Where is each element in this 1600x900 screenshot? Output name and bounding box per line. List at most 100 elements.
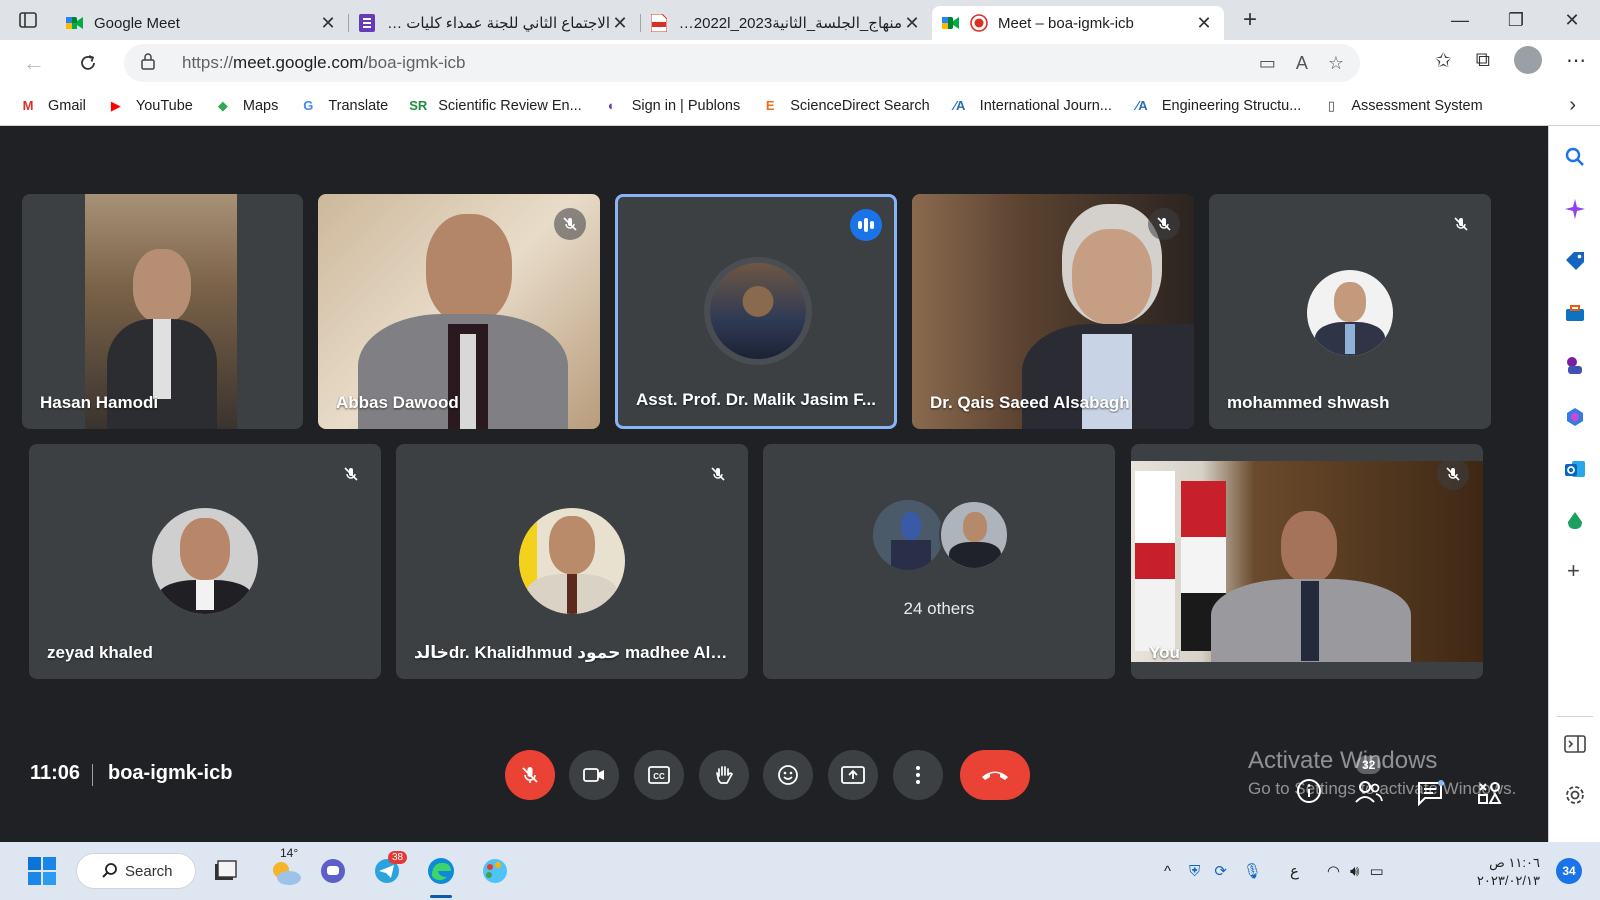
lock-icon [140,52,160,75]
participant-tile[interactable]: Hasan Hamodi [22,194,303,429]
raise-hand-button[interactable] [699,750,749,800]
favorite-label: Scientific Review En... [438,97,582,114]
games-icon[interactable] [1564,354,1586,376]
more-menu-icon[interactable]: ⋯ [1566,48,1586,73]
microsoft365-icon[interactable] [1564,406,1586,428]
tab-title: منهاج_الجلسة_الثانية2023_2022l_ال [678,15,902,32]
camera-toggle-button[interactable] [569,750,619,800]
self-tile[interactable]: You [1131,444,1483,679]
microphone-icon[interactable]: 🎙︎ [1243,862,1262,880]
tab-title: Meet – boa-igmk-icb [998,14,1134,32]
telegram-button[interactable]: 38 [372,851,408,889]
browser-tab[interactable]: Google Meet ✕ [56,6,348,40]
favorite-link[interactable]: ▶ YouTube [106,97,193,115]
sync-icon[interactable]: ⟳ [1214,862,1227,880]
participant-avatar [873,500,943,570]
participant-tile[interactable]: Abbas Dawood [318,194,600,429]
new-tab-button[interactable]: + [1232,6,1268,34]
hand-icon [716,766,734,784]
meet-icon [66,14,84,32]
hide-sidebar-icon[interactable] [1564,734,1586,754]
speaking-indicator-icon [850,209,882,241]
captions-button[interactable]: CC [634,750,684,800]
participant-tile[interactable]: mohammed shwash [1209,194,1491,429]
tools-icon[interactable] [1564,302,1586,324]
camera-permission-icon[interactable]: ▭ [1259,53,1276,74]
favorite-link[interactable]: ⁄A Engineering Structu... [1132,97,1301,115]
others-tile[interactable]: 24 others [763,444,1115,679]
notification-badge[interactable]: 34 [1556,858,1582,884]
chevron-right-icon[interactable]: › [1569,94,1576,117]
outlook-icon[interactable] [1564,458,1586,480]
edge-taskbar-button[interactable] [424,853,458,898]
favorite-link[interactable]: G Translate [298,97,388,115]
favorite-link[interactable]: ⁄A International Journ... [950,97,1112,115]
tab-close-icon[interactable]: ✕ [902,13,922,34]
input-language[interactable]: ع [1290,862,1299,880]
profile-avatar[interactable] [1514,46,1542,74]
participant-tile-speaking[interactable]: Asst. Prof. Dr. Malik Jasim F... [615,194,897,429]
favorite-link[interactable]: ◆ Maps [213,97,278,115]
favorite-link[interactable]: SR Scientific Review En... [408,97,581,115]
participant-tile[interactable]: zeyad khaled [29,444,381,679]
taskbar-search[interactable]: Search [76,853,196,889]
search-label: Search [125,862,173,880]
leave-call-button[interactable] [960,750,1030,800]
search-icon[interactable] [1564,146,1586,168]
divider [1557,716,1593,717]
settings-icon[interactable] [1564,784,1586,806]
participant-avatar [939,500,1009,570]
battery-icon[interactable]: ▭ [1369,862,1383,880]
add-sidebar-app-icon[interactable]: + [1567,558,1580,584]
edge-icon [428,858,454,884]
reactions-button[interactable] [763,750,813,800]
tab-close-icon[interactable]: ✕ [318,13,338,34]
participant-tile[interactable]: Dr. Qais Saeed Alsabagh [912,194,1194,429]
minimize-button[interactable]: — [1432,10,1488,31]
teams-chat-button[interactable] [318,853,348,889]
system-clock[interactable]: ١١:٠٦ ص ٢٠٢٣/٠٢/١٣ [1477,854,1540,890]
activation-subtitle: Go to Settings to activate Windows. [1248,779,1517,798]
document-icon: ▯ [1327,97,1335,113]
back-button[interactable]: ← [14,43,54,83]
participant-tile[interactable]: خالدdr. Khalidhmud حمود madhee Aljan... [396,444,748,679]
favorite-link[interactable]: ▯ Assessment System [1321,97,1483,115]
shopping-tag-icon[interactable] [1564,250,1586,272]
paint-app-button[interactable] [478,853,512,889]
browser-tab-active[interactable]: Meet – boa-igmk-icb ✕ [932,6,1224,40]
favorite-link[interactable]: ◐ Sign in | Publons [602,97,741,115]
tab-actions-button[interactable] [0,0,56,40]
microphone-toggle-button[interactable] [505,750,555,800]
favorite-link[interactable]: M Gmail [18,97,86,115]
participant-avatar [519,508,625,614]
volume-icon[interactable]: 🔊︎ [1350,863,1359,880]
copilot-icon[interactable] [1564,198,1586,220]
browser-tab[interactable]: الاجتماع الثاني للجنة عمداء كليات الز ✕ [348,6,640,40]
read-aloud-icon[interactable]: A [1296,53,1308,74]
collections-icon[interactable]: ⧉ [1476,49,1490,72]
add-favorite-icon[interactable]: ☆ [1328,53,1344,74]
tab-close-icon[interactable]: ✕ [1194,13,1214,34]
favorite-link[interactable]: E ScienceDirect Search [760,97,930,115]
maps-icon: ◆ [217,97,228,113]
drop-icon[interactable] [1564,510,1586,532]
present-screen-button[interactable] [828,750,878,800]
refresh-button[interactable] [68,43,108,83]
more-options-button[interactable] [893,750,943,800]
browser-tab[interactable]: منهاج_الجلسة_الثانية2023_2022l_ال ✕ [640,6,932,40]
tab-close-icon[interactable]: ✕ [610,13,630,34]
tab-title: Google Meet [94,14,180,32]
favorites-icon[interactable]: ✩ [1435,48,1452,73]
url-field[interactable]: https://meet.google.com/boa-igmk-icb ▭ A… [124,44,1360,82]
restore-button[interactable]: ❐ [1488,10,1544,31]
task-view-button[interactable] [210,853,240,889]
wifi-icon[interactable]: ◠ [1327,862,1340,880]
close-window-button[interactable]: ✕ [1544,10,1600,31]
mic-off-icon [554,208,586,240]
chevron-up-icon[interactable]: ^ [1164,863,1171,880]
defender-icon[interactable]: ⛨ [1189,863,1200,880]
meeting-clock: 11:06 [30,762,81,784]
weather-widget[interactable]: 14° [266,846,306,889]
start-button[interactable] [24,853,60,889]
participant-avatar [152,508,258,614]
